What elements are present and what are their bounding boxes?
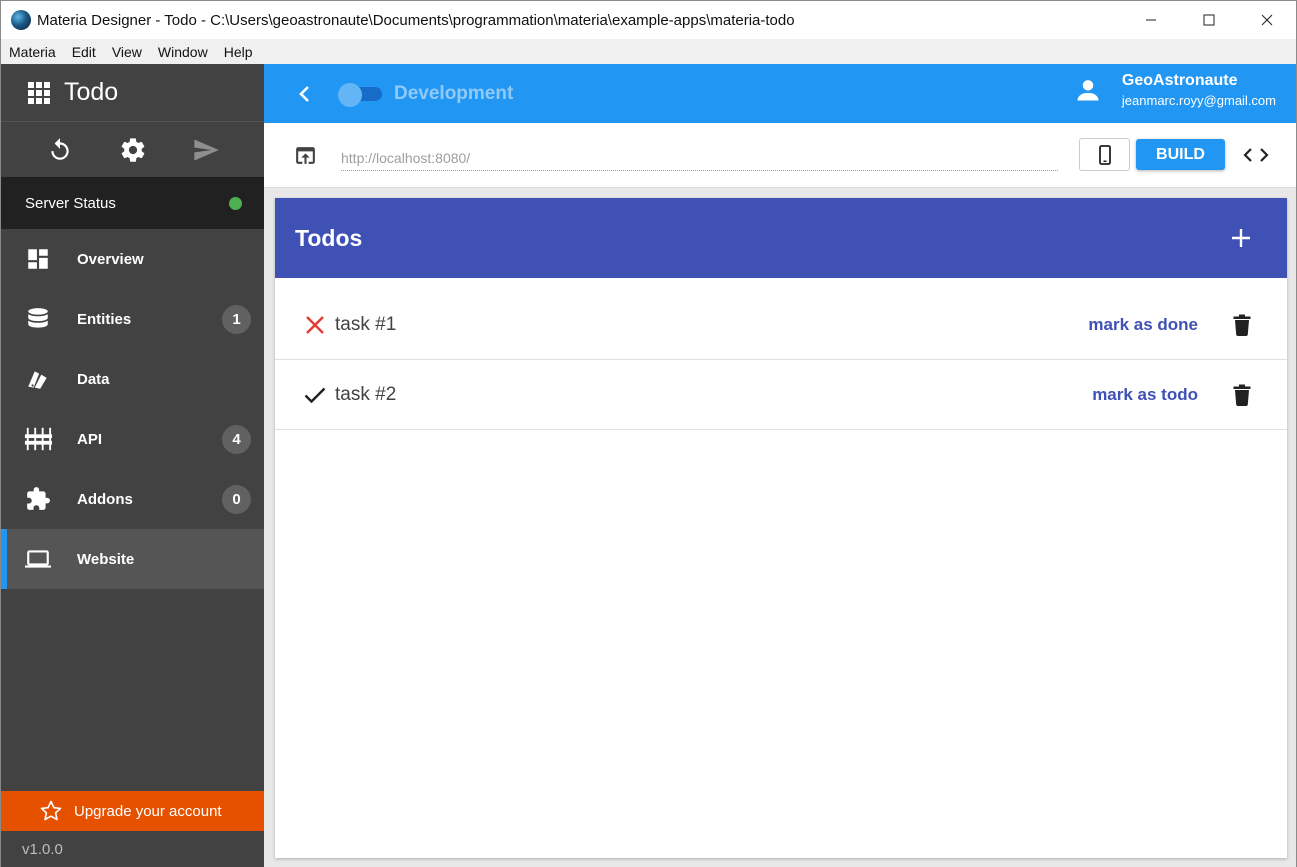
sidebar-item-label: Entities — [77, 310, 132, 328]
trash-icon — [1233, 384, 1251, 406]
back-button[interactable] — [294, 83, 316, 105]
entities-count-badge: 1 — [222, 304, 251, 334]
app-window: Materia Designer - Todo - C:\Users\geoas… — [0, 0, 1297, 867]
environment-toggle[interactable] — [338, 82, 384, 107]
sidebar: Todo Server Status Overview Entities 1 D… — [1, 64, 264, 867]
sidebar-item-api[interactable]: API 4 — [1, 409, 264, 469]
url-input[interactable] — [341, 145, 1058, 171]
menu-bar: Materia Edit View Window Help — [1, 39, 1296, 64]
todo-item: task #1 mark as done — [275, 290, 1287, 360]
sidebar-header: Todo — [1, 64, 264, 122]
todos-header: Todos — [275, 198, 1287, 278]
menu-help[interactable]: Help — [216, 44, 261, 60]
user-info: GeoAstronaute jeanmarc.royy@gmail.com — [1122, 72, 1276, 108]
mobile-preview-button[interactable] — [1079, 138, 1130, 171]
maximize-icon — [1203, 14, 1215, 26]
server-status-indicator — [229, 196, 242, 210]
user-avatar-icon — [1077, 80, 1099, 101]
todos-title: Todos — [295, 224, 363, 251]
mark-as-todo-link[interactable]: mark as todo — [1092, 385, 1198, 405]
upgrade-label: Upgrade your account — [74, 802, 222, 820]
chevron-left-icon — [299, 85, 309, 102]
open-in-browser-icon[interactable] — [293, 143, 318, 168]
todo-label: task #1 — [335, 313, 397, 335]
api-icon — [24, 425, 52, 453]
materia-logo-icon — [11, 10, 31, 30]
version-label: v1.0.0 — [22, 841, 63, 858]
minimize-icon — [1146, 19, 1156, 21]
close-icon — [1261, 14, 1273, 26]
code-view-button[interactable] — [1242, 143, 1270, 167]
todo-item: task #2 mark as todo — [275, 360, 1287, 430]
add-todo-button[interactable] — [1229, 226, 1253, 250]
api-count-badge: 4 — [222, 424, 251, 454]
delete-todo-button[interactable] — [1231, 313, 1253, 337]
sidebar-item-label: Overview — [77, 250, 144, 268]
build-button[interactable]: BUILD — [1136, 139, 1225, 170]
dashboard-icon — [24, 245, 52, 273]
apps-grid-icon[interactable] — [28, 81, 50, 104]
maximize-button[interactable] — [1180, 1, 1238, 39]
minimize-button[interactable] — [1122, 1, 1180, 39]
trash-icon — [1233, 314, 1251, 336]
sidebar-actions — [1, 122, 264, 177]
sidebar-item-website[interactable]: Website — [1, 529, 264, 589]
sidebar-item-data[interactable]: Data — [1, 349, 264, 409]
code-icon — [1243, 148, 1269, 162]
settings-button[interactable] — [108, 130, 158, 170]
deploy-button[interactable] — [181, 130, 231, 170]
environment-label: Development — [394, 82, 514, 104]
sidebar-item-label: Website — [77, 550, 135, 568]
not-done-x-icon — [303, 313, 327, 337]
upgrade-account-button[interactable]: Upgrade your account — [1, 791, 264, 831]
addons-count-badge: 0 — [222, 484, 251, 514]
menu-view[interactable]: View — [104, 44, 150, 60]
send-icon — [193, 139, 219, 160]
server-status[interactable]: Server Status — [1, 177, 264, 229]
sidebar-item-overview[interactable]: Overview — [1, 229, 264, 289]
url-bar: BUILD — [264, 123, 1296, 188]
user-name: GeoAstronaute — [1121, 72, 1238, 89]
sidebar-item-label: Data — [77, 370, 110, 388]
menu-materia[interactable]: Materia — [1, 44, 64, 60]
title-bar: Materia Designer - Todo - C:\Users\geoas… — [1, 1, 1296, 39]
star-outline-icon — [40, 800, 62, 821]
window-title: Materia Designer - Todo - C:\Users\geoas… — [37, 11, 795, 29]
menu-edit[interactable]: Edit — [64, 44, 104, 60]
delete-todo-button[interactable] — [1231, 383, 1253, 407]
menu-window[interactable]: Window — [150, 44, 216, 60]
user-email: jeanmarc.royy@gmail.com — [1121, 93, 1276, 108]
restart-icon — [50, 137, 69, 160]
sidebar-item-label: Addons — [77, 490, 133, 508]
todo-label: task #2 — [335, 383, 397, 405]
swatch-icon — [24, 365, 52, 393]
plus-icon — [1232, 229, 1250, 247]
close-button[interactable] — [1238, 1, 1296, 39]
server-status-label: Server Status — [25, 194, 116, 212]
user-profile[interactable]: GeoAstronaute jeanmarc.royy@gmail.com — [1074, 72, 1276, 108]
mark-as-done-link[interactable]: mark as done — [1088, 315, 1198, 335]
done-check-icon — [303, 383, 327, 407]
database-icon — [24, 305, 52, 333]
main-panel: Development GeoAstronaute jeanmarc.royy@… — [264, 64, 1296, 867]
sidebar-item-addons[interactable]: Addons 0 — [1, 469, 264, 529]
window-controls — [1122, 1, 1296, 39]
sidebar-item-entities[interactable]: Entities 1 — [1, 289, 264, 349]
puzzle-icon — [24, 485, 52, 513]
website-preview: Todos task #1 mark as done task #2 mark … — [275, 198, 1287, 858]
smartphone-icon — [1098, 144, 1111, 165]
laptop-icon — [24, 545, 52, 573]
restart-button[interactable] — [35, 130, 85, 170]
app-name: Todo — [64, 78, 119, 106]
sidebar-item-label: API — [77, 430, 103, 448]
gear-icon — [121, 137, 144, 162]
top-bar: Development GeoAstronaute jeanmarc.royy@… — [264, 64, 1296, 123]
